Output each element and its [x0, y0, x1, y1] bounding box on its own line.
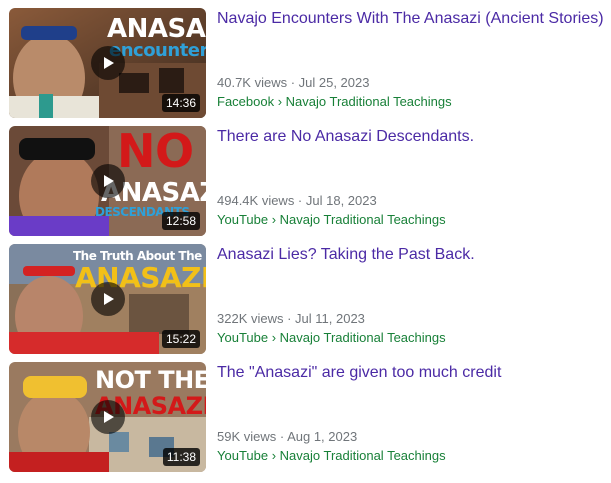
- duration-badge: 11:38: [162, 448, 200, 466]
- video-source: YouTube › Navajo Traditional Teachings: [217, 212, 446, 227]
- video-title-link[interactable]: Navajo Encounters With The Anasazi (Anci…: [217, 8, 607, 29]
- video-result[interactable]: NOT THE ANASAZI 11:38 The "Anasazi" are …: [0, 362, 611, 474]
- play-icon[interactable]: [91, 400, 125, 434]
- thumbnail-caption: NO: [117, 126, 194, 178]
- video-meta: 59K views · Aug 1, 2023: [217, 429, 358, 444]
- video-title-link[interactable]: There are No Anasazi Descendants.: [217, 126, 607, 147]
- video-title-link[interactable]: The "Anasazi" are given too much credit: [217, 362, 607, 383]
- video-result[interactable]: The Truth About The ANASAZI 15:22 Anasaz…: [0, 244, 611, 356]
- video-title-link[interactable]: Anasazi Lies? Taking the Past Back.: [217, 244, 607, 265]
- video-source: Facebook › Navajo Traditional Teachings: [217, 94, 452, 109]
- video-source: YouTube › Navajo Traditional Teachings: [217, 448, 446, 463]
- video-result[interactable]: NO ANASAZI DESCENDANTS 12:58 There are N…: [0, 126, 611, 238]
- duration-badge: 14:36: [161, 94, 200, 112]
- video-thumbnail[interactable]: NO ANASAZI DESCENDANTS 12:58: [9, 126, 206, 236]
- video-results-list: ANASAZI encounters 14:36 Navajo Encounte…: [0, 0, 611, 483]
- video-thumbnail[interactable]: ANASAZI encounters 14:36: [9, 8, 206, 118]
- play-icon[interactable]: [91, 282, 125, 316]
- thumbnail-caption: NOT THE: [95, 366, 206, 394]
- video-meta: 322K views · Jul 11, 2023: [217, 311, 365, 326]
- duration-badge: 12:58: [161, 212, 200, 230]
- video-thumbnail[interactable]: NOT THE ANASAZI 11:38: [9, 362, 206, 472]
- video-source: YouTube › Navajo Traditional Teachings: [217, 330, 446, 345]
- play-icon[interactable]: [91, 46, 125, 80]
- video-meta: 494.4K views · Jul 18, 2023: [217, 193, 377, 208]
- play-icon[interactable]: [91, 164, 125, 198]
- video-result[interactable]: ANASAZI encounters 14:36 Navajo Encounte…: [0, 8, 611, 120]
- thumbnail-caption: ANASAZI: [107, 14, 206, 44]
- duration-badge: 15:22: [161, 330, 200, 348]
- video-meta: 40.7K views · Jul 25, 2023: [217, 75, 370, 90]
- video-thumbnail[interactable]: The Truth About The ANASAZI 15:22: [9, 244, 206, 354]
